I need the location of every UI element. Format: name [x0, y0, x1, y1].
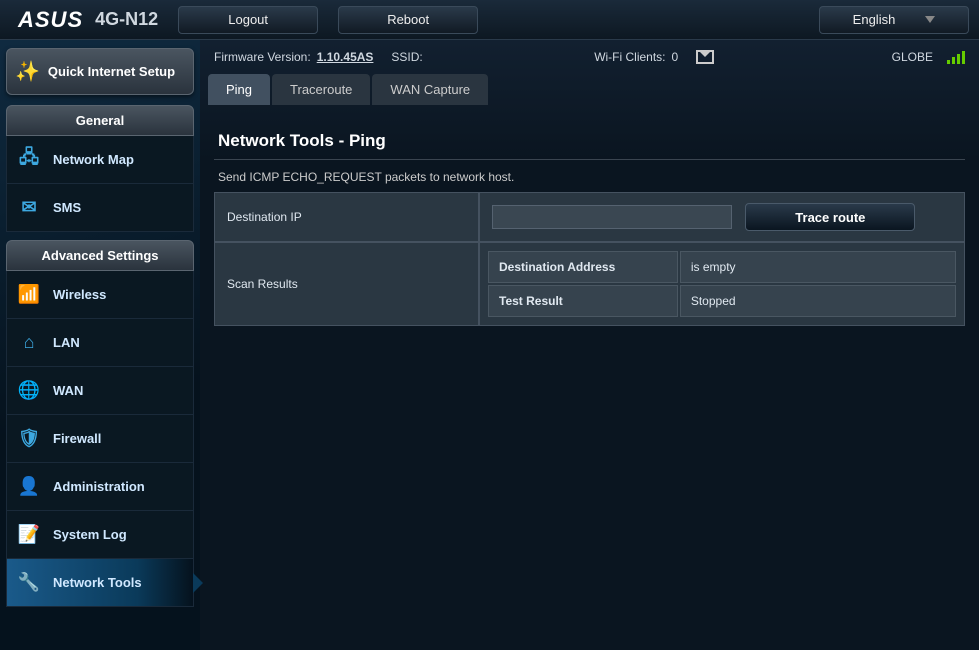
ssid-label: SSID: [391, 50, 422, 64]
tab-ping[interactable]: Ping [208, 74, 270, 105]
sidebar-item-label: Firewall [53, 431, 101, 446]
result-value: is empty [680, 251, 956, 283]
user-icon: 👤 [17, 475, 41, 499]
signal-icon [947, 50, 965, 64]
sidebar-item-label: Wireless [53, 287, 106, 302]
globe-icon: 🌐 [17, 379, 41, 403]
wifi-clients-count: 0 [672, 50, 679, 64]
language-label: English [853, 12, 896, 27]
log-icon: 📝 [17, 523, 41, 547]
sidebar-item-label: Network Map [53, 152, 134, 167]
sidebar-item-label: WAN [53, 383, 83, 398]
sidebar-item-label: LAN [53, 335, 80, 350]
destination-ip-label: Destination IP [214, 192, 479, 242]
language-dropdown[interactable]: English [819, 6, 969, 34]
wifi-icon: 📶 [17, 283, 41, 307]
top-bar: ASUS 4G-N12 Logout Reboot English [0, 0, 979, 40]
shield-icon: 🛡 [17, 427, 41, 451]
destination-ip-input[interactable] [492, 205, 732, 229]
mail-icon[interactable] [696, 50, 714, 64]
carrier-label: GLOBE [892, 50, 933, 64]
sidebar-item-network-map[interactable]: 🖧 Network Map [6, 136, 194, 184]
sidebar-item-label: Network Tools [53, 575, 142, 590]
destination-ip-cell: Trace route [479, 192, 965, 242]
page-description: Send ICMP ECHO_REQUEST packets to networ… [214, 160, 965, 192]
sidebar-item-label: Administration [53, 479, 145, 494]
result-key: Test Result [488, 285, 678, 317]
sidebar-item-firewall[interactable]: 🛡 Firewall [6, 415, 194, 463]
brand-logo: ASUS [18, 7, 83, 33]
envelope-icon: ✉ [17, 196, 41, 220]
table-row: Destination Address is empty [488, 251, 956, 283]
wifi-clients-label: Wi-Fi Clients: [594, 50, 665, 64]
tabs: Ping Traceroute WAN Capture [200, 74, 979, 105]
logout-button[interactable]: Logout [178, 6, 318, 34]
scan-results-label: Scan Results [214, 242, 479, 326]
chevron-down-icon [925, 16, 935, 23]
scan-results-cell: Destination Address is empty Test Result… [479, 242, 965, 326]
result-key: Destination Address [488, 251, 678, 283]
info-bar: Firmware Version: 1.10.45AS SSID: Wi-Fi … [200, 40, 979, 74]
reboot-button[interactable]: Reboot [338, 6, 478, 34]
firmware-label: Firmware Version: [214, 50, 311, 64]
sidebar-item-label: System Log [53, 527, 127, 542]
trace-route-button[interactable]: Trace route [745, 203, 915, 231]
result-value: Stopped [680, 285, 956, 317]
page-title: Network Tools - Ping [214, 119, 965, 160]
general-header: General [6, 105, 194, 136]
sidebar-item-system-log[interactable]: 📝 System Log [6, 511, 194, 559]
table-row: Test Result Stopped [488, 285, 956, 317]
sidebar-item-label: SMS [53, 200, 81, 215]
quick-internet-setup-button[interactable]: ✨ Quick Internet Setup [6, 48, 194, 95]
sidebar-item-administration[interactable]: 👤 Administration [6, 463, 194, 511]
sidebar-item-wireless[interactable]: 📶 Wireless [6, 271, 194, 319]
tab-traceroute[interactable]: Traceroute [272, 74, 370, 105]
quick-setup-label: Quick Internet Setup [48, 64, 175, 80]
main-content: Firmware Version: 1.10.45AS SSID: Wi-Fi … [200, 40, 979, 650]
tab-wan-capture[interactable]: WAN Capture [372, 74, 488, 105]
sidebar-item-network-tools[interactable]: 🔧 Network Tools [6, 559, 194, 607]
ping-form-table: Destination IP Trace route Scan Results … [214, 192, 965, 326]
advanced-header: Advanced Settings [6, 240, 194, 271]
network-map-icon: 🖧 [17, 148, 41, 172]
model-label: 4G-N12 [95, 9, 158, 30]
tools-icon: 🔧 [17, 571, 41, 595]
home-icon: ⌂ [17, 331, 41, 355]
sidebar-item-sms[interactable]: ✉ SMS [6, 184, 194, 232]
sidebar-item-wan[interactable]: 🌐 WAN [6, 367, 194, 415]
sidebar-item-lan[interactable]: ⌂ LAN [6, 319, 194, 367]
wand-icon: ✨ [15, 59, 40, 84]
firmware-version-link[interactable]: 1.10.45AS [317, 50, 374, 64]
results-table: Destination Address is empty Test Result… [486, 249, 958, 319]
sidebar: ✨ Quick Internet Setup General 🖧 Network… [0, 40, 200, 650]
